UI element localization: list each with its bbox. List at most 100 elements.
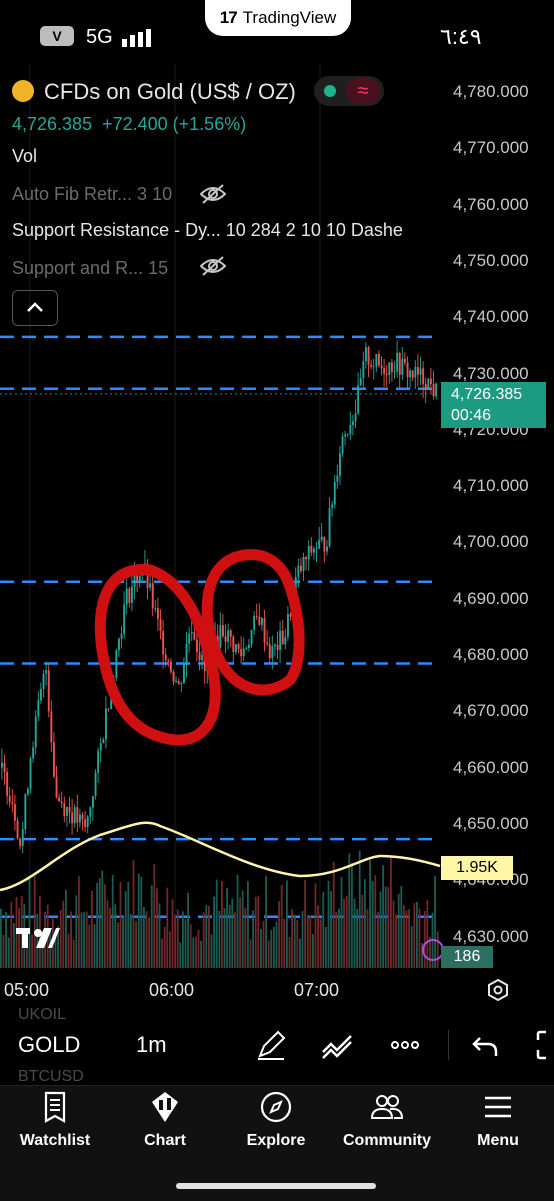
volume-bar — [267, 940, 270, 968]
menu-icon — [485, 1096, 511, 1118]
volume-bar — [366, 909, 369, 968]
volume-bar — [377, 911, 379, 968]
nav-label: Community — [343, 1132, 431, 1149]
candle-body — [411, 370, 414, 378]
nav-explore[interactable]: Explore — [221, 1090, 331, 1150]
volume-bar — [140, 876, 143, 968]
hidden-eye-icon[interactable] — [200, 256, 226, 276]
volume-bar — [262, 920, 265, 968]
volume-bar — [130, 914, 132, 968]
candle-body — [222, 625, 224, 637]
volume-bar — [7, 937, 10, 968]
candle-body — [245, 647, 248, 649]
last-price-tag: 4,726.385 00:46 — [441, 382, 546, 428]
volume-bar — [356, 908, 358, 968]
candle-body — [359, 378, 362, 386]
market-open-dot-icon — [324, 85, 336, 97]
nav-watchlist[interactable]: Watchlist — [0, 1090, 110, 1150]
volume-bar — [85, 911, 88, 968]
volume-bar — [119, 881, 122, 968]
volume-bar — [226, 887, 228, 968]
candle-body — [326, 546, 328, 552]
symbol-scroll-prev[interactable]: UKOIL — [18, 1006, 66, 1024]
nav-chart[interactable]: Chart — [110, 1090, 220, 1150]
candle-body — [232, 636, 235, 652]
volume-bar — [153, 863, 156, 968]
nav-label: Chart — [144, 1132, 186, 1149]
candle-body — [133, 575, 136, 587]
candle-body — [63, 803, 66, 816]
candle-body — [424, 384, 427, 390]
volume-bar — [275, 921, 278, 968]
volume-bar — [312, 934, 314, 968]
candle-body — [346, 433, 349, 435]
volume-bar — [335, 911, 338, 968]
watchlist-icon — [44, 1091, 66, 1123]
candle-body — [118, 638, 120, 651]
volume-bar — [83, 912, 85, 968]
volume-bar — [343, 898, 345, 968]
volume-bar — [353, 898, 356, 968]
candle-body — [229, 630, 232, 637]
candle-body — [419, 368, 422, 375]
more-options-icon[interactable] — [388, 1028, 422, 1062]
candle-body — [404, 358, 406, 363]
candle-body — [276, 644, 279, 651]
candle-body — [92, 796, 94, 808]
symbol-name[interactable]: CFDs on Gold (US$ / OZ) — [44, 79, 296, 105]
candle-body — [235, 644, 237, 652]
candle-body — [157, 608, 159, 619]
candle-body — [302, 556, 305, 571]
volume-bar — [75, 895, 78, 968]
hidden-eye-icon[interactable] — [200, 184, 226, 204]
candle-body — [253, 616, 256, 630]
volume-bar — [174, 914, 176, 968]
drawing-pen-icon[interactable] — [254, 1028, 288, 1062]
chart-settings-icon[interactable] — [486, 978, 510, 1002]
price-change: +72.400 (+1.56%) — [102, 114, 247, 134]
candle-body — [89, 807, 92, 817]
volume-bar — [314, 883, 317, 968]
candle-body — [318, 540, 321, 549]
price-tick: 4,760.000 — [453, 194, 529, 214]
candle-body — [406, 362, 409, 378]
indicator-vol[interactable]: Vol — [12, 146, 37, 167]
volume-bar — [392, 900, 395, 968]
volume-bar — [330, 891, 332, 968]
nav-community[interactable]: Community — [332, 1090, 442, 1150]
volume-bar — [59, 910, 62, 968]
candle-body — [349, 425, 352, 434]
volume-bar — [101, 870, 104, 968]
volume-bar — [403, 905, 405, 968]
candle-body — [258, 616, 261, 625]
volume-bar — [319, 918, 322, 968]
candle-body — [396, 352, 399, 372]
volume-bar — [10, 901, 13, 968]
fullscreen-icon[interactable] — [530, 1028, 554, 1062]
candle-body — [362, 361, 365, 379]
timeframe-button[interactable]: 1m — [136, 1032, 167, 1058]
price-tick: 4,700.000 — [453, 532, 529, 552]
candle-body — [435, 383, 438, 397]
volume-bar — [163, 926, 166, 968]
symbol-scroll-next[interactable]: BTCUSD — [18, 1068, 84, 1086]
undo-icon[interactable] — [468, 1028, 502, 1062]
nav-menu[interactable]: Menu — [443, 1090, 553, 1150]
price-tick: 4,630.000 — [453, 926, 529, 946]
indicator-support-resistance[interactable]: Support Resistance - Dy... 10 284 2 10 1… — [12, 220, 437, 241]
time-tick: 05:00 — [4, 980, 50, 1000]
indicator-support-and-r[interactable]: Support and R... 15 — [12, 258, 168, 279]
candle-body — [27, 788, 29, 795]
candle-body — [11, 802, 14, 805]
indicators-icon[interactable] — [320, 1028, 354, 1062]
candle-body — [297, 565, 300, 577]
indicator-auto-fib[interactable]: Auto Fib Retr... 3 10 — [12, 184, 172, 205]
volume-bar — [124, 891, 127, 968]
symbol-button[interactable]: GOLD — [18, 1032, 80, 1058]
candle-body — [331, 504, 334, 508]
collapse-legend-button[interactable] — [12, 290, 58, 326]
candle-body — [29, 758, 32, 789]
last-price: 4,726.385 — [12, 114, 93, 134]
candle-body — [305, 556, 308, 560]
candle-body — [136, 575, 139, 583]
